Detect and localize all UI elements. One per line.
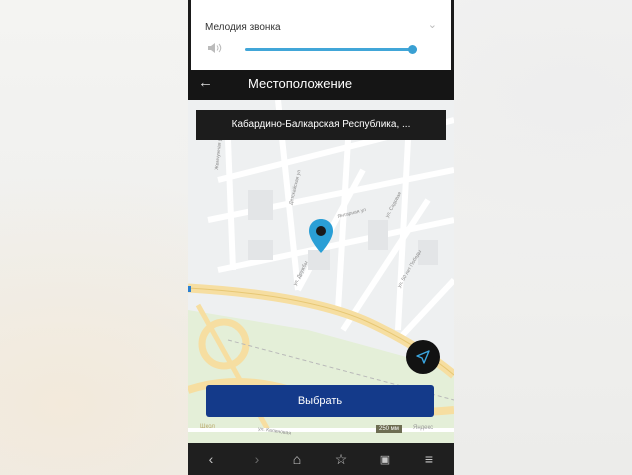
map-credit[interactable]: Яндекс [413,425,433,431]
browser-navbar: ‹ › ⌂ ☆ ▣ ≡ [188,443,454,475]
address-field[interactable]: Кабардино-Балкарская Республика, ... [196,110,446,140]
volume-slider-knob[interactable] [407,45,417,54]
map-logo: Школ [200,424,215,430]
chevron-down-icon[interactable]: ⌄ [428,18,437,31]
back-arrow-icon[interactable]: ← [198,74,213,91]
ringtone-label: Мелодия звонка [205,22,281,33]
forward-icon[interactable]: › [246,449,268,469]
scale-badge: 250 мм [376,425,402,433]
speaker-icon [208,43,222,53]
navigation-arrow-icon [416,350,430,364]
phone-screen: Мелодия звонка ⌄ ← Местоположение Жемчуж… [188,0,454,475]
page-title: Местоположение [248,76,353,91]
back-icon[interactable]: ‹ [200,449,222,469]
volume-slider[interactable] [245,45,417,54]
my-location-button[interactable] [406,340,440,374]
menu-icon[interactable]: ≡ [418,449,440,469]
location-pin-icon [309,219,333,253]
home-icon[interactable]: ⌂ [286,449,308,469]
tabs-icon[interactable]: ▣ [374,449,396,469]
star-icon[interactable]: ☆ [330,449,352,469]
ringtone-panel: Мелодия звонка ⌄ [188,0,454,70]
app-bar: ← Местоположение [188,70,454,100]
select-button[interactable]: Выбрать [206,385,434,417]
